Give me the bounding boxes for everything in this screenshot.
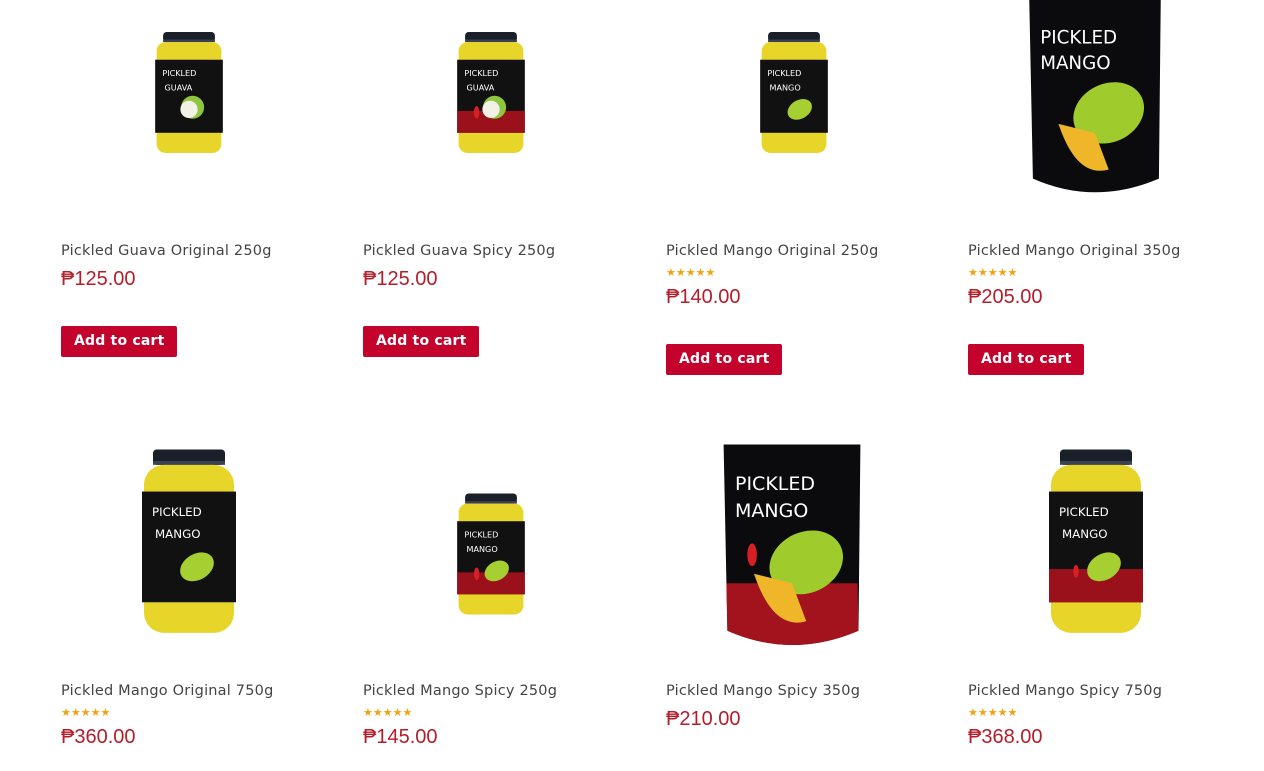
product-card[interactable]: PICKLED GUAVA Pickled Guava Spicy 250g ₱125… xyxy=(363,0,623,360)
svg-text:PICKLED: PICKLED xyxy=(735,473,815,495)
svg-text:PICKLED: PICKLED xyxy=(1040,27,1117,48)
product-card[interactable]: PICKLED MANGO Pickled Mango Spicy 350g ₱210… xyxy=(666,440,926,771)
product-jar-image: PICKLED MANGO xyxy=(760,32,828,153)
product-card[interactable]: PICKLED MANGO Pickled Mango Original 350g ★… xyxy=(968,0,1228,375)
svg-text:MANGO: MANGO xyxy=(1062,527,1108,541)
product-price: ₱125.00 xyxy=(363,268,438,290)
product-jar-image: PICKLED MANGO xyxy=(457,493,525,615)
product-image[interactable]: PICKLED GUAVA xyxy=(363,0,623,220)
product-name[interactable]: Pickled Mango Spicy 350g xyxy=(666,683,860,699)
product-card[interactable]: PICKLED MANGO Pickled Mango Original 750g ★… xyxy=(61,440,321,771)
product-jar-image: PICKLED MANGO xyxy=(142,449,236,633)
product-card[interactable]: PICKLED MANGO Pickled Mango Spicy 750g ★★★★… xyxy=(968,440,1228,771)
svg-text:GUAVA: GUAVA xyxy=(165,82,193,92)
product-price: ₱145.00 xyxy=(363,726,438,748)
product-image[interactable]: PICKLED MANGO xyxy=(363,440,623,660)
product-name[interactable]: Pickled Guava Spicy 250g xyxy=(363,243,555,259)
svg-text:PICKLED: PICKLED xyxy=(464,68,498,78)
product-image[interactable]: PICKLED GUAVA xyxy=(61,0,321,220)
product-image[interactable]: PICKLED MANGO xyxy=(968,0,1228,220)
product-name[interactable]: Pickled Mango Spicy 250g xyxy=(363,683,557,699)
product-name[interactable]: Pickled Mango Original 750g xyxy=(61,683,274,699)
product-bag-image: PICKLED MANGO xyxy=(1029,0,1161,193)
product-image[interactable]: PICKLED MANGO xyxy=(61,440,321,660)
product-bag-image: PICKLED MANGO xyxy=(723,444,861,645)
add-to-cart-button[interactable]: Add to cart xyxy=(968,344,1085,375)
product-price: ₱360.00 xyxy=(61,726,136,748)
product-image[interactable]: PICKLED MANGO xyxy=(968,440,1228,660)
product-jar-image: PICKLED MANGO xyxy=(1049,449,1143,633)
svg-text:GUAVA: GUAVA xyxy=(467,82,495,92)
product-card[interactable]: PICKLED MANGO Pickled Mango Original 250g ★… xyxy=(666,0,926,375)
svg-text:MANGO: MANGO xyxy=(770,82,801,92)
product-name[interactable]: Pickled Mango Spicy 750g xyxy=(968,683,1162,699)
product-name[interactable]: Pickled Mango Original 350g xyxy=(968,243,1181,259)
star-rating: ★★★★★ xyxy=(363,706,413,719)
product-jar-image: PICKLED GUAVA xyxy=(155,32,223,153)
product-card[interactable]: PICKLED MANGO Pickled Mango Spicy 250g ★★★★… xyxy=(363,440,623,771)
svg-text:MANGO: MANGO xyxy=(735,500,808,522)
product-price: ₱368.00 xyxy=(968,726,1043,748)
add-to-cart-button[interactable]: Add to cart xyxy=(61,326,178,357)
product-price: ₱125.00 xyxy=(61,268,136,290)
product-card[interactable]: PICKLED GUAVA Pickled Guava Original 250g ₱… xyxy=(61,0,321,360)
svg-text:PICKLED: PICKLED xyxy=(1059,505,1109,519)
star-rating: ★★★★★ xyxy=(666,266,716,279)
product-name[interactable]: Pickled Guava Original 250g xyxy=(61,243,272,259)
product-price: ₱140.00 xyxy=(666,286,741,308)
svg-text:MANGO: MANGO xyxy=(155,527,201,541)
product-image[interactable]: PICKLED MANGO xyxy=(666,0,926,220)
svg-text:PICKLED: PICKLED xyxy=(464,529,498,539)
svg-text:MANGO: MANGO xyxy=(1040,53,1110,74)
svg-text:PICKLED: PICKLED xyxy=(162,68,196,78)
svg-text:MANGO: MANGO xyxy=(467,544,498,554)
star-rating: ★★★★★ xyxy=(968,266,1018,279)
product-image[interactable]: PICKLED MANGO xyxy=(666,440,926,660)
star-rating: ★★★★★ xyxy=(61,706,111,719)
svg-text:PICKLED: PICKLED xyxy=(152,505,202,519)
add-to-cart-button[interactable]: Add to cart xyxy=(666,344,783,375)
product-jar-image: PICKLED GUAVA xyxy=(457,32,525,153)
product-price: ₱205.00 xyxy=(968,286,1043,308)
product-name[interactable]: Pickled Mango Original 250g xyxy=(666,243,879,259)
add-to-cart-button[interactable]: Add to cart xyxy=(363,326,480,357)
product-price: ₱210.00 xyxy=(666,708,741,730)
star-rating: ★★★★★ xyxy=(968,706,1018,719)
svg-text:PICKLED: PICKLED xyxy=(767,68,801,78)
